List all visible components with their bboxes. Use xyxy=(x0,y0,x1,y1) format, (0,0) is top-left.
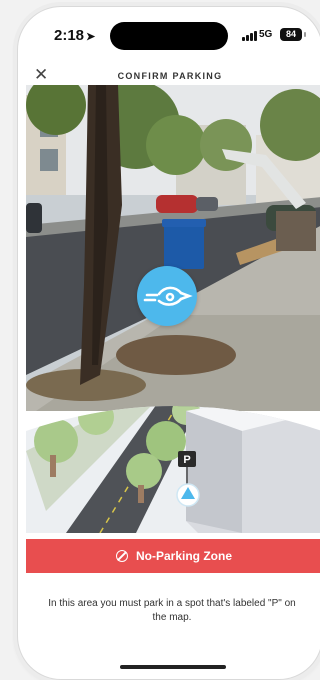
status-time: 2:18 ➤ xyxy=(54,27,95,44)
battery-tip xyxy=(304,32,306,37)
phone-frame: 2:18 ➤ 5G 84 ✕ CONFIRM PARKING P No-Park… xyxy=(17,6,320,680)
parking-instructions: In this area you must park in a spot tha… xyxy=(48,598,296,623)
parking-map: P xyxy=(26,406,320,533)
no-parking-icon xyxy=(115,550,128,562)
network-label: 5G xyxy=(259,29,273,40)
home-indicator[interactable] xyxy=(120,665,226,669)
location-arrow-icon: ➤ xyxy=(86,31,96,43)
time-text: 2:18 xyxy=(54,27,85,44)
battery-icon: 84 xyxy=(280,28,302,41)
signal-icon xyxy=(242,31,257,41)
dynamic-island xyxy=(110,22,228,50)
bike-icon xyxy=(137,266,197,326)
status-bar: 2:18 ➤ 5G 84 xyxy=(18,7,320,61)
street-photo xyxy=(26,85,320,411)
banner-text: No-Parking Zone xyxy=(135,549,232,563)
page-title: CONFIRM PARKING xyxy=(117,71,223,81)
no-parking-banner: No-Parking Zone xyxy=(26,539,320,573)
parking-marker-label: P xyxy=(183,454,190,466)
